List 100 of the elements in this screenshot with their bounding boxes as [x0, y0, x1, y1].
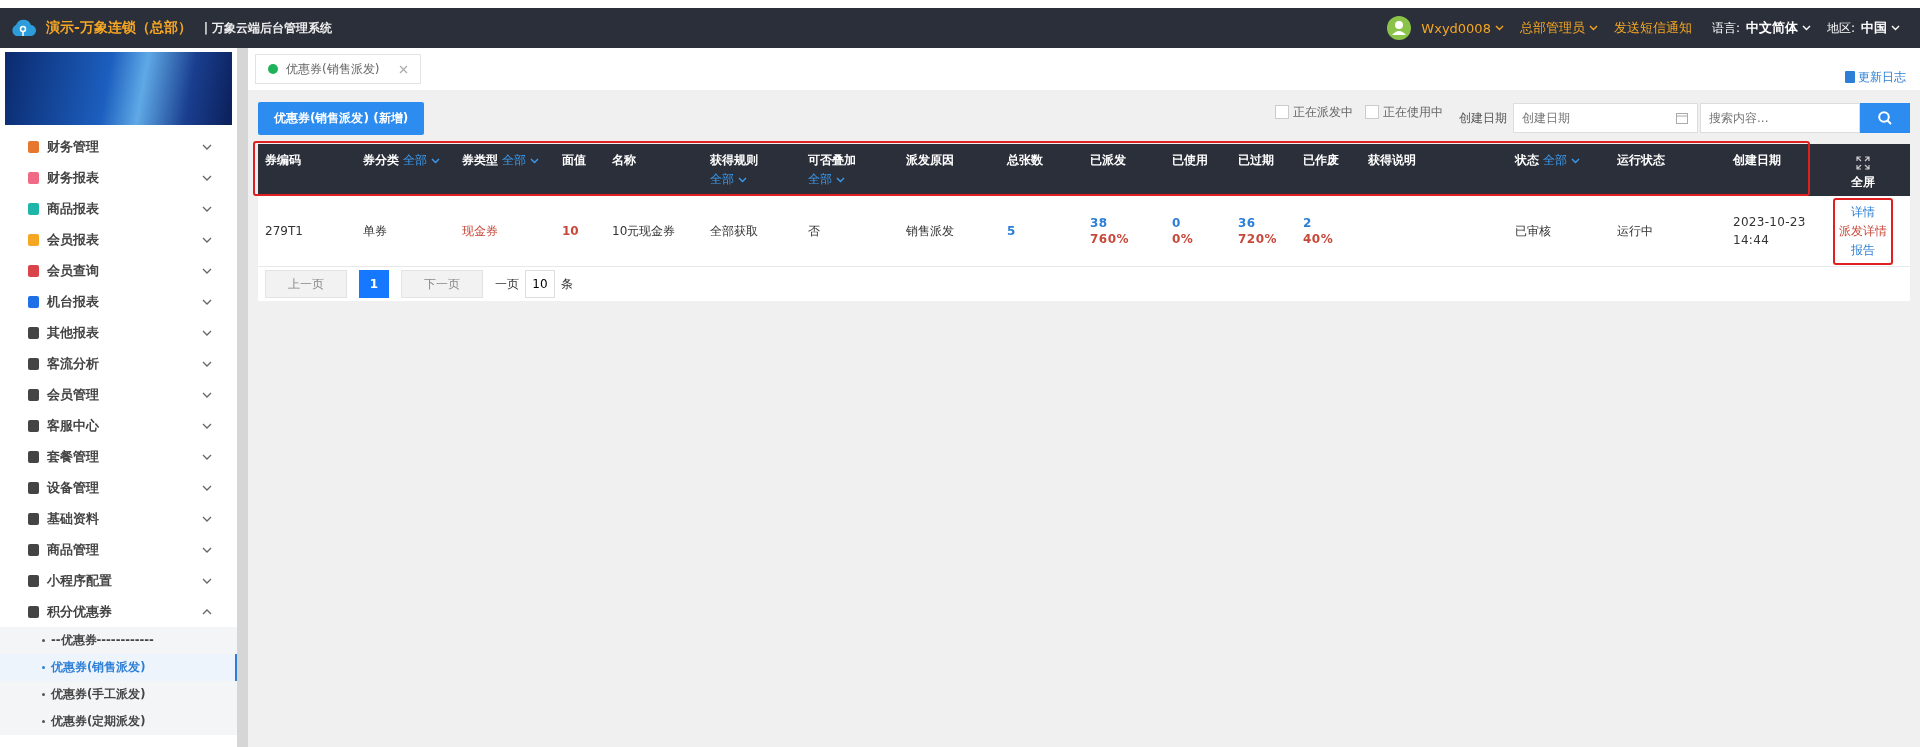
send-sms-link[interactable]: 发送短信通知 [1613, 19, 1692, 37]
cloud-logo-icon [10, 18, 36, 38]
scrollbar[interactable] [237, 48, 248, 747]
sidebar-item[interactable]: 设备管理 [0, 472, 237, 503]
close-icon[interactable] [399, 64, 409, 74]
sidebar-item[interactable]: 机台报表 [0, 286, 237, 317]
action-link[interactable]: 报告 [1850, 241, 1875, 259]
chevron-up-icon [202, 608, 212, 615]
chevron-down-icon [202, 298, 212, 305]
table-cell-text: 全部获取 [710, 222, 759, 240]
chevron-down-icon [202, 546, 212, 553]
page-size-field[interactable]: 10 [525, 270, 555, 298]
sidebar-item[interactable]: 财务报表 [0, 162, 237, 193]
table-cell-text: 运行中 [1617, 222, 1654, 240]
count-value: 36 [1238, 216, 1257, 230]
menu-icon [28, 326, 39, 339]
search-field[interactable]: 搜索内容... [1700, 103, 1860, 133]
column-header: 派发原因 [906, 152, 955, 169]
sidebar-item[interactable]: 会员管理 [0, 379, 237, 410]
menu-icon [28, 264, 39, 277]
per-page-label: 一页 [495, 275, 519, 293]
sidebar-item[interactable]: 客服中心 [0, 410, 237, 441]
count-value: 38 [1090, 216, 1109, 230]
column-header: 已过期 [1238, 152, 1275, 169]
column-header: 获得说明 [1368, 152, 1417, 169]
menu-icon [28, 481, 39, 494]
column-filter[interactable]: 全部 [808, 171, 845, 188]
sidebar-item[interactable]: 积分优惠券 [0, 596, 237, 627]
chevron-down-icon [202, 484, 212, 491]
column-filter[interactable]: 全部 [502, 152, 539, 169]
chevron-down-icon [202, 236, 212, 243]
menu-icon [28, 512, 39, 525]
role-menu[interactable]: 总部管理员 [1519, 19, 1598, 37]
page-tab[interactable]: 优惠券(销售派发) [255, 54, 422, 84]
caret-icon [1494, 25, 1504, 31]
caret-icon [530, 157, 539, 164]
chevron-down-icon [202, 422, 212, 429]
region-select[interactable]: 中国 [1861, 19, 1900, 37]
chevron-down-icon [202, 329, 212, 336]
caret-icon [1891, 25, 1900, 31]
submenu-item[interactable]: --优惠券------------ [0, 627, 237, 654]
menu-icon [28, 295, 39, 308]
column-header: 运行状态 [1617, 152, 1666, 169]
action-link[interactable]: 派发详情 [1838, 222, 1887, 240]
user-menu[interactable]: Wxyd0008 [1421, 20, 1504, 36]
table-cell-text: 10元现金券 [612, 222, 677, 240]
menu-icon [28, 419, 39, 432]
column-header: 状态 [1515, 153, 1539, 167]
caret-icon [1571, 157, 1580, 164]
table-cell-text: 否 [808, 222, 821, 240]
language-select[interactable]: 中文简体 [1745, 19, 1811, 37]
search-button[interactable] [1860, 103, 1910, 133]
submenu-item[interactable]: 优惠券(销售派发) [0, 654, 237, 681]
column-header: 券类型 [462, 153, 498, 167]
fullscreen-button[interactable]: 全屏 [1850, 144, 1875, 196]
date-field[interactable]: 创建日期 [1513, 103, 1698, 133]
column-header: 获得规则 [710, 152, 758, 169]
column-header: 面值 [562, 152, 587, 169]
column-filter[interactable]: 全部 [1543, 152, 1580, 169]
sidebar-item[interactable]: 小程序配置 [0, 565, 237, 596]
percent-value: 40% [1303, 232, 1335, 246]
sidebar-item[interactable]: 会员查询 [0, 255, 237, 286]
calendar-icon [1676, 112, 1688, 124]
filter-checkbox[interactable]: 正在派发中 [1275, 103, 1353, 121]
column-header: 券编码 [265, 152, 302, 169]
changelog-link[interactable]: 更新日志 [1845, 68, 1906, 86]
menu-icon [28, 543, 39, 556]
region-label: 地区: [1826, 19, 1855, 37]
column-header: 券分类 [363, 153, 399, 167]
sidebar-item[interactable]: 其他报表 [0, 317, 237, 348]
sidebar-item[interactable]: 会员报表 [0, 224, 237, 255]
chevron-down-icon [202, 267, 212, 274]
sidebar-item[interactable]: 商品管理 [0, 534, 237, 565]
chevron-down-icon [202, 205, 212, 212]
table-cell-text: 2023-10-23 14:44 [1733, 214, 1807, 249]
chevron-down-icon [202, 515, 212, 522]
filter-checkbox[interactable]: 正在使用中 [1365, 103, 1443, 121]
sidebar-item[interactable]: 商品报表 [0, 193, 237, 224]
menu-icon [28, 233, 39, 246]
sidebar-item[interactable]: 基础资料 [0, 503, 237, 534]
menu-icon [28, 605, 39, 618]
column-header: 名称 [612, 152, 637, 169]
action-link[interactable]: 详情 [1850, 203, 1875, 221]
date-label: 创建日期 [1459, 109, 1507, 127]
count-value: 0 [1172, 216, 1182, 230]
submenu-item[interactable]: 优惠券(定期派发) [0, 708, 237, 735]
column-filter[interactable]: 全部 [403, 152, 440, 169]
submenu-item[interactable]: 优惠券(手工派发) [0, 681, 237, 708]
column-filter[interactable]: 全部 [710, 171, 747, 188]
column-header: 已派发 [1090, 152, 1127, 169]
menu-icon [28, 171, 39, 184]
menu-icon [28, 388, 39, 401]
per-page-unit: 条 [561, 275, 573, 293]
sidebar-item[interactable]: 财务管理 [0, 131, 237, 162]
sidebar-item[interactable]: 客流分析 [0, 348, 237, 379]
status-dot [268, 64, 278, 74]
page-number[interactable]: 1 [359, 270, 389, 298]
avatar-icon[interactable] [1387, 16, 1412, 40]
menu-icon [28, 202, 39, 215]
sidebar-item[interactable]: 套餐管理 [0, 441, 237, 472]
